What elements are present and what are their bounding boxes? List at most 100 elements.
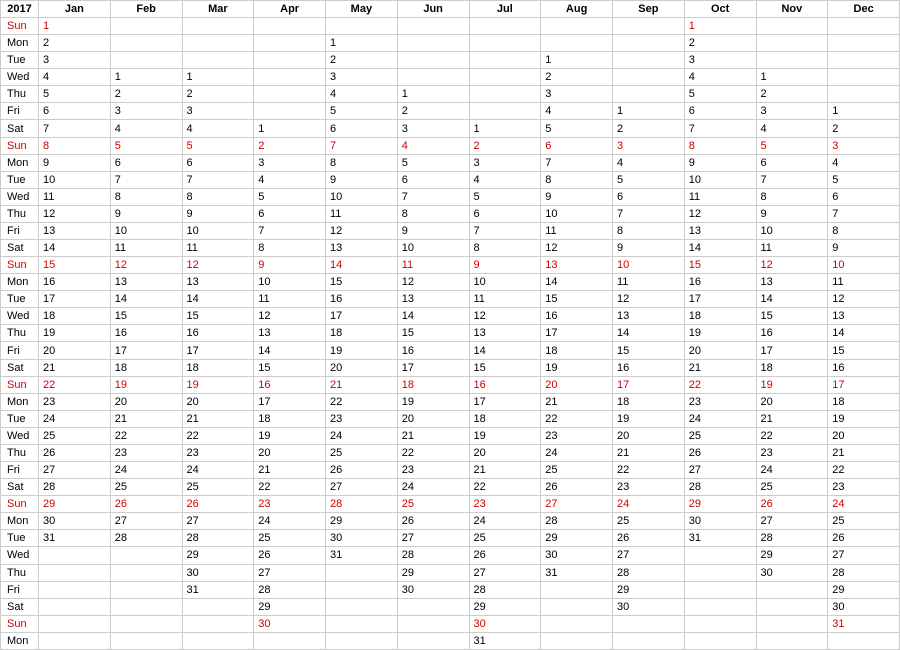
date-cell	[541, 18, 613, 35]
date-cell: 9	[541, 188, 613, 205]
date-cell: 23	[756, 444, 828, 461]
date-cell: 9	[326, 171, 398, 188]
calendar-row: Sat14111181310812914119	[1, 240, 900, 257]
date-cell: 13	[254, 325, 326, 342]
date-cell: 17	[613, 376, 685, 393]
date-cell: 24	[397, 479, 469, 496]
date-cell	[39, 547, 111, 564]
date-cell: 27	[756, 513, 828, 530]
calendar-container: 2017 Jan Feb Mar Apr May Jun Jul Aug Sep…	[0, 0, 900, 650]
date-cell	[110, 35, 182, 52]
date-cell: 16	[756, 325, 828, 342]
date-cell: 23	[828, 479, 900, 496]
date-cell: 24	[828, 496, 900, 513]
date-cell: 25	[110, 479, 182, 496]
date-cell: 1	[326, 35, 398, 52]
date-cell: 31	[541, 564, 613, 581]
calendar-row: Tue171414111613111512171412	[1, 291, 900, 308]
date-cell: 19	[39, 325, 111, 342]
date-cell: 10	[182, 222, 254, 239]
date-cell: 24	[39, 410, 111, 427]
date-cell: 7	[828, 205, 900, 222]
calendar-row: Mon161313101512101411161311	[1, 274, 900, 291]
weekday-label: Sun	[1, 615, 39, 632]
date-cell: 8	[541, 171, 613, 188]
date-cell: 15	[828, 342, 900, 359]
date-cell: 24	[254, 513, 326, 530]
date-cell: 29	[684, 496, 756, 513]
date-cell	[613, 86, 685, 103]
date-cell: 17	[326, 308, 398, 325]
date-cell: 12	[684, 205, 756, 222]
date-cell: 11	[756, 240, 828, 257]
date-cell: 8	[613, 222, 685, 239]
date-cell: 1	[684, 18, 756, 35]
date-cell: 25	[326, 444, 398, 461]
date-cell: 10	[756, 222, 828, 239]
date-cell: 28	[469, 581, 541, 598]
month-header: Feb	[110, 1, 182, 18]
date-cell: 16	[684, 274, 756, 291]
date-cell: 25	[182, 479, 254, 496]
date-cell: 19	[541, 359, 613, 376]
weekday-label: Thu	[1, 325, 39, 342]
date-cell: 21	[39, 359, 111, 376]
date-cell: 19	[684, 325, 756, 342]
date-cell: 14	[828, 325, 900, 342]
calendar-row: Wed252222192421192320252220	[1, 427, 900, 444]
date-cell: 28	[182, 530, 254, 547]
date-cell: 20	[39, 342, 111, 359]
date-cell: 10	[613, 257, 685, 274]
date-cell: 26	[541, 479, 613, 496]
date-cell: 29	[182, 547, 254, 564]
date-cell: 22	[828, 462, 900, 479]
date-cell: 24	[541, 444, 613, 461]
date-cell: 1	[828, 103, 900, 120]
date-cell: 12	[828, 291, 900, 308]
date-cell: 13	[684, 222, 756, 239]
date-cell: 31	[469, 632, 541, 649]
date-cell: 9	[110, 205, 182, 222]
date-cell: 15	[397, 325, 469, 342]
date-cell: 19	[254, 427, 326, 444]
month-header: Jun	[397, 1, 469, 18]
date-cell: 16	[613, 359, 685, 376]
weekday-label: Mon	[1, 393, 39, 410]
weekday-label: Thu	[1, 444, 39, 461]
date-cell: 19	[469, 427, 541, 444]
weekday-label: Mon	[1, 154, 39, 171]
date-cell: 5	[828, 171, 900, 188]
weekday-label: Thu	[1, 86, 39, 103]
calendar-row: Thu191616131815131714191614	[1, 325, 900, 342]
date-cell	[541, 581, 613, 598]
date-cell: 22	[541, 410, 613, 427]
date-cell: 7	[613, 205, 685, 222]
date-cell: 30	[182, 564, 254, 581]
date-cell: 9	[756, 205, 828, 222]
month-header: May	[326, 1, 398, 18]
date-cell: 15	[254, 359, 326, 376]
date-cell	[254, 103, 326, 120]
date-cell: 11	[326, 205, 398, 222]
date-cell: 24	[756, 462, 828, 479]
date-cell: 27	[254, 564, 326, 581]
date-cell: 17	[684, 291, 756, 308]
calendar-row: Wed292631282630272927	[1, 547, 900, 564]
date-cell	[613, 632, 685, 649]
date-cell: 16	[828, 359, 900, 376]
date-cell: 24	[613, 496, 685, 513]
date-cell: 15	[469, 359, 541, 376]
date-cell: 11	[469, 291, 541, 308]
date-cell	[469, 52, 541, 69]
calendar-row: Sat211818152017151916211816	[1, 359, 900, 376]
header-row: 2017 Jan Feb Mar Apr May Jun Jul Aug Sep…	[1, 1, 900, 18]
date-cell: 8	[828, 222, 900, 239]
date-cell: 19	[756, 376, 828, 393]
date-cell: 15	[326, 274, 398, 291]
date-cell: 30	[828, 598, 900, 615]
date-cell: 7	[397, 188, 469, 205]
date-cell: 23	[613, 479, 685, 496]
month-header: Jan	[39, 1, 111, 18]
date-cell	[684, 564, 756, 581]
date-cell: 25	[254, 530, 326, 547]
